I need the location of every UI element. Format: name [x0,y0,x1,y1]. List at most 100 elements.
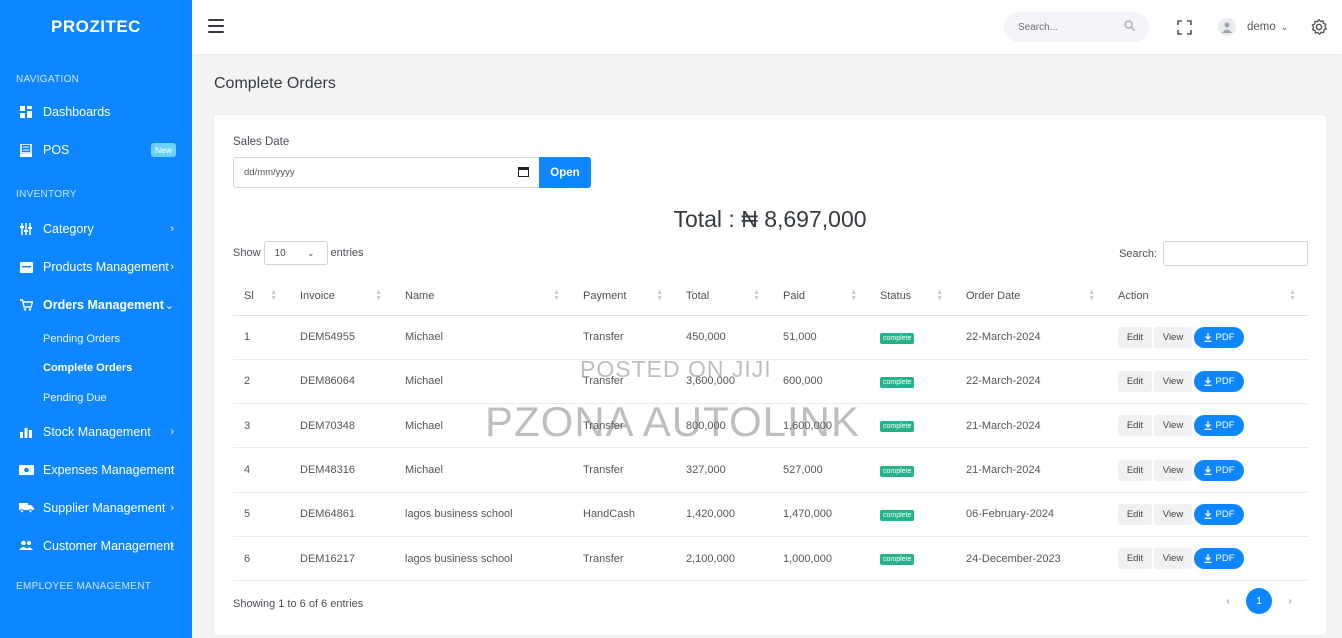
edit-button[interactable]: Edit [1118,459,1152,481]
sidebar-item-label: Customer Management [43,538,174,553]
sidebar-item-products[interactable]: Products Management › [0,248,192,286]
pdf-button[interactable]: PDF [1194,415,1244,437]
sort-icon: ▲ ▼ [1088,289,1095,302]
view-button[interactable]: View [1154,415,1192,437]
cell-actions: Edit View PDF [1107,536,1308,582]
cell-actions: Edit View PDF [1107,403,1308,449]
sidebar-item-stock[interactable]: Stock Management › [0,413,192,451]
pos-icon [18,143,34,157]
pdf-button[interactable]: PDF [1194,459,1244,481]
sidebar-item-supplier[interactable]: Supplier Management › [0,489,192,527]
edit-button[interactable]: Edit [1118,370,1152,392]
sidebar-item-orders[interactable]: Orders Management ⌄ [0,286,192,324]
cell-status: complete [869,315,955,360]
sidebar-item-customer[interactable]: Customer Management › [0,527,192,565]
cart-icon [18,298,34,312]
view-button[interactable]: View [1154,459,1192,481]
cell-invoice: DEM16217 [289,536,394,582]
cell-name: Michael [394,359,572,405]
gear-icon[interactable] [1310,18,1328,36]
col-header-payment[interactable]: Payment ▲ ▼ [572,277,675,316]
open-button[interactable]: Open [539,157,591,188]
col-header-sl[interactable]: Sl ▲ ▼ [233,277,289,316]
cell-payment: Transfer [572,315,675,360]
cell-status: complete [869,447,955,493]
sidebar-subitem-pending-orders[interactable]: Pending Orders [0,324,192,354]
sidebar-subitem-complete-orders[interactable]: Complete Orders [0,354,192,384]
pdf-button-label: PDF [1215,420,1235,432]
col-header-label: Name [405,289,435,302]
view-button[interactable]: View [1154,503,1192,525]
pdf-button[interactable]: PDF [1194,370,1244,392]
table-search-input[interactable] [1163,241,1308,266]
col-header-paid[interactable]: Paid ▲ ▼ [772,277,869,316]
col-header-order-date[interactable]: Order Date ▲ ▼ [955,277,1107,316]
col-header-invoice[interactable]: Invoice ▲ ▼ [289,277,394,316]
products-icon [18,260,34,274]
pagination-page[interactable]: 1 [1246,588,1272,614]
pdf-button[interactable]: PDF [1194,326,1244,348]
cell-name: Michael [394,403,572,449]
menu-icon[interactable] [208,19,224,33]
view-button[interactable]: View [1154,326,1192,348]
brand-logo[interactable]: PROZITEC [0,0,192,54]
pdf-button[interactable]: PDF [1194,548,1244,570]
status-badge: complete [880,465,915,477]
pagination-prev-icon[interactable]: ‹ [1214,596,1242,607]
cell-paid: 1,600,000 [772,403,869,449]
pdf-button[interactable]: PDF [1194,503,1244,525]
cell-total: 800,000 [675,403,772,449]
edit-button[interactable]: Edit [1118,503,1152,525]
sidebar-subitem-pending-due[interactable]: Pending Due [0,383,192,413]
chevron-right-icon: › [170,539,174,552]
cell-order-date: 21-March-2024 [955,403,1107,449]
sidebar-item-label: Orders Management [43,298,164,312]
entries-select[interactable]: 10 ⌄ [263,241,328,265]
sidebar-item-category[interactable]: Category › [0,210,192,248]
cell-payment: Transfer [572,359,675,405]
col-header-name[interactable]: Name ▲ ▼ [394,277,572,316]
cell-status: complete [869,536,955,582]
edit-button[interactable]: Edit [1118,326,1152,348]
download-icon [1204,421,1211,431]
cell-invoice: DEM70348 [289,403,394,449]
pagination: ‹ 1 › [1214,588,1304,614]
table-row: 1 DEM54955 Michael Transfer 450,000 51,000 com… [233,315,1308,360]
cell-sl: 5 [233,492,289,537]
cell-invoice: DEM48316 [289,447,394,493]
sidebar: PROZITEC NAVIGATION Dashboards POS New I… [0,0,192,638]
cell-order-date: 22-March-2024 [955,315,1107,360]
sidebar-item-expenses[interactable]: Expenses Management › [0,451,192,489]
pagination-next-icon[interactable]: › [1276,596,1304,607]
stock-icon [18,425,34,439]
user-menu[interactable]: demo ⌄ [1218,18,1288,36]
sales-date-input[interactable]: dd/mm/yyyy [233,157,539,188]
edit-button[interactable]: Edit [1118,415,1152,437]
col-header-action[interactable]: Action ▲ ▼ [1107,277,1308,316]
col-header-label: Sl [244,289,254,302]
sidebar-item-pos[interactable]: POS New [0,131,192,169]
view-button[interactable]: View [1154,370,1192,392]
top-search-input[interactable] [1018,21,1118,33]
edit-button[interactable]: Edit [1118,548,1152,570]
sidebar-item-dashboards[interactable]: Dashboards [0,93,192,131]
cell-total: 327,000 [675,447,772,493]
category-icon [18,222,34,236]
cell-invoice: DEM54955 [289,315,394,360]
col-header-total[interactable]: Total ▲ ▼ [675,277,772,316]
chevron-right-icon: › [170,223,174,235]
view-button[interactable]: View [1154,548,1192,570]
cell-status: complete [869,403,955,449]
orders-card: Sales Date dd/mm/yyyy Open Total : ₦ 8,6… [214,115,1326,635]
sidebar-item-label: Expenses Management [43,462,175,477]
col-header-status[interactable]: Status ▲ ▼ [869,277,955,316]
sort-icon: ▲ ▼ [270,289,277,302]
sort-icon: ▲ ▼ [753,289,760,302]
calendar-icon[interactable] [518,166,529,180]
sort-icon: ▲ ▼ [850,289,857,302]
search-icon[interactable] [1124,18,1135,36]
chevron-right-icon: › [170,425,174,438]
fullscreen-icon[interactable] [1177,20,1192,35]
top-search[interactable] [1004,12,1149,42]
table-row: 6 DEM16217 lagos business school Transfer 2,… [233,536,1308,582]
